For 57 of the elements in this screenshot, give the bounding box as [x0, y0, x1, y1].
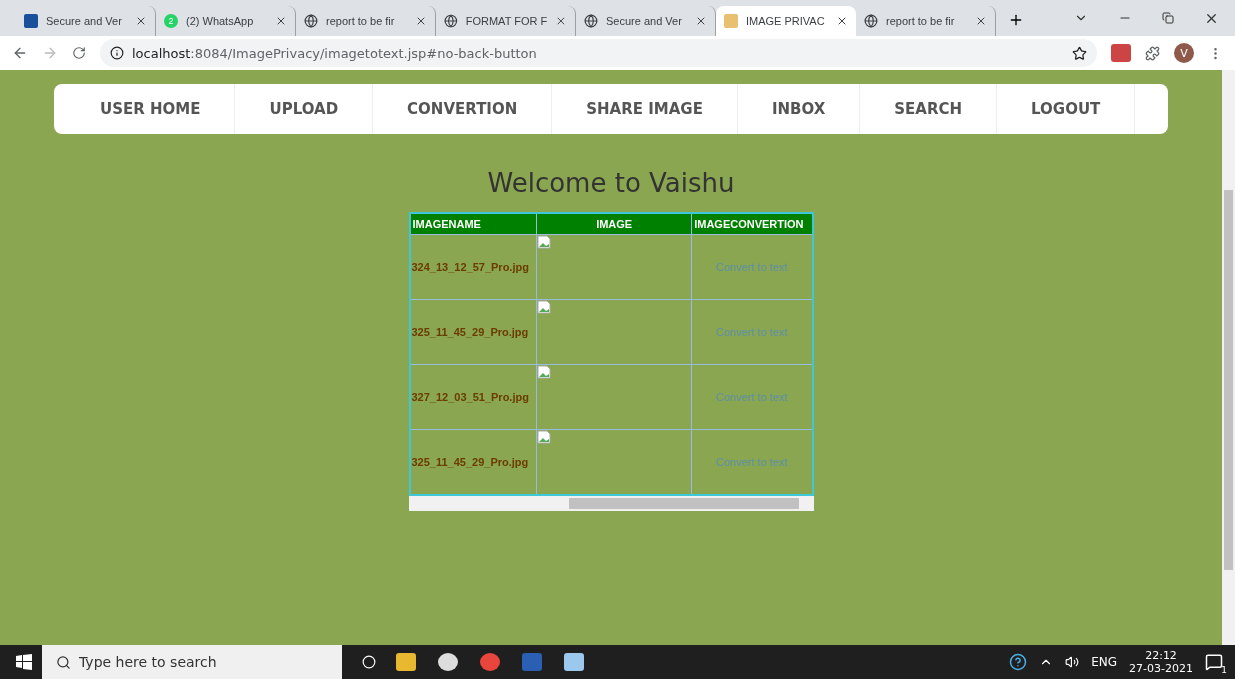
- browser-tab[interactable]: IMAGE PRIVAC: [716, 6, 856, 36]
- close-icon[interactable]: [555, 15, 567, 27]
- new-tab-icon[interactable]: [1008, 12, 1024, 28]
- globe-icon: [864, 14, 878, 28]
- nav-link[interactable]: UPLOAD: [235, 84, 374, 134]
- table-cell: 325_11_45_29_Pro.jpg: [409, 429, 537, 495]
- close-icon[interactable]: [836, 15, 848, 27]
- clock[interactable]: 22:12 27-03-2021: [1129, 649, 1193, 675]
- nav-link[interactable]: INBOX: [737, 84, 861, 134]
- star-icon[interactable]: [1072, 45, 1087, 61]
- nav-link[interactable]: LOGOUT: [997, 84, 1136, 134]
- close-icon[interactable]: [275, 15, 287, 27]
- reload-icon[interactable]: [72, 46, 86, 60]
- puzzle-icon[interactable]: [1145, 45, 1160, 61]
- column-header: IMAGE: [536, 213, 692, 235]
- close-icon[interactable]: [415, 15, 427, 27]
- cat-icon: [724, 14, 738, 28]
- table-cell: 327_12_03_51_Pro.jpg: [409, 364, 537, 430]
- close-icon[interactable]: [975, 15, 987, 27]
- browser-tab[interactable]: report to be fir: [856, 6, 996, 36]
- browser-tab[interactable]: 2 (2) WhatsApp: [156, 6, 296, 36]
- broken-image-icon: [537, 430, 552, 444]
- address-bar[interactable]: localhost:8084/ImagePrivacy/imagetotext.jsp#no-back-button: [100, 39, 1097, 67]
- table-cell: 325_11_45_29_Pro.jpg: [409, 299, 537, 365]
- broken-image-icon: [537, 300, 552, 314]
- close-icon[interactable]: [135, 15, 147, 27]
- cortana-icon[interactable]: [362, 655, 376, 669]
- nav-link[interactable]: SEARCH: [860, 84, 998, 134]
- table-cell: 324_13_12_57_Pro.jpg: [409, 234, 537, 300]
- nav-link[interactable]: SHARE IMAGE: [552, 84, 738, 134]
- help-icon[interactable]: [1009, 653, 1028, 671]
- restore-icon[interactable]: [1162, 12, 1174, 24]
- nav-link[interactable]: CONVERTION: [373, 84, 553, 134]
- browser-tab[interactable]: FORMAT FOR F: [436, 6, 576, 36]
- taskbar-search[interactable]: Type here to search: [42, 645, 342, 679]
- broken-image-icon: [537, 235, 552, 249]
- nav-link[interactable]: USER HOME: [66, 84, 236, 134]
- windows-icon[interactable]: [16, 654, 32, 670]
- browser-tab[interactable]: report to be fir: [296, 6, 436, 36]
- column-header: IMAGENAME: [409, 213, 537, 235]
- close-icon[interactable]: [695, 15, 707, 27]
- column-header: IMAGECONVERTION: [691, 213, 813, 235]
- globe-icon: [304, 14, 318, 28]
- url-text: localhost:8084/ImagePrivacy/imagetotext.jsp#no-back-button: [132, 45, 537, 61]
- globe-icon: [444, 14, 458, 28]
- back-icon[interactable]: [12, 45, 28, 61]
- badge-count: 2: [164, 14, 178, 28]
- search-icon: [56, 654, 71, 670]
- browser-tab[interactable]: Secure and Ver: [16, 6, 156, 36]
- info-icon[interactable]: [110, 46, 124, 60]
- ieee-icon: [24, 14, 38, 28]
- broken-image-icon: [537, 365, 552, 379]
- volume-icon[interactable]: [1065, 655, 1080, 669]
- welcome-heading: Welcome to Vaishu: [487, 168, 735, 198]
- profile-avatar[interactable]: V: [1174, 43, 1194, 63]
- language-indicator[interactable]: ENG: [1091, 655, 1118, 669]
- globe-icon: [584, 14, 598, 28]
